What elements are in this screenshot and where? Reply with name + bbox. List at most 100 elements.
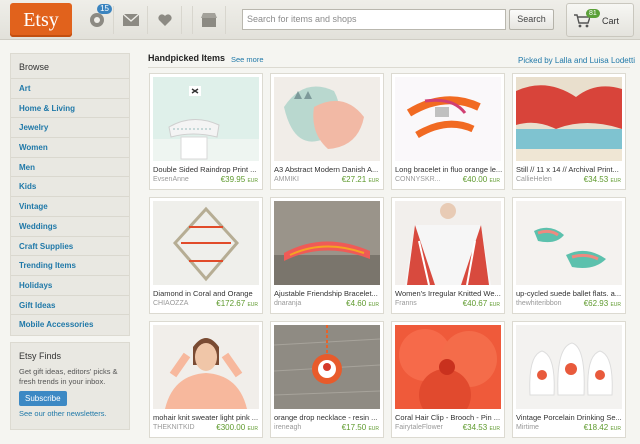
price-currency: EUR [247, 426, 258, 432]
item-image[interactable] [153, 77, 259, 161]
item-image[interactable] [395, 201, 501, 285]
shop-button[interactable] [192, 6, 226, 34]
price-value: €40.00 [462, 175, 488, 184]
sidebar-item-trending-items[interactable]: Trending Items [11, 255, 129, 275]
item-card[interactable]: Coral Hair Clip - Brooch - Pin ... Fairy… [391, 321, 505, 438]
item-price: €39.95 EUR [221, 175, 258, 184]
favorites-button[interactable] [148, 6, 182, 34]
sidebar-item-craft-supplies[interactable]: Craft Supplies [11, 235, 129, 256]
activity-button[interactable]: 15 [80, 4, 114, 34]
item-title[interactable]: Coral Hair Clip - Brooch - Pin ... [395, 413, 502, 422]
item-price: €18.42 EUR [584, 423, 621, 432]
item-image[interactable] [153, 325, 259, 409]
price-value: €300.00 [216, 423, 246, 432]
item-title[interactable]: orange drop necklace - resin ... [274, 413, 381, 422]
messages-button[interactable] [114, 6, 148, 34]
item-shop[interactable]: Mirtime [516, 424, 539, 431]
item-shop[interactable]: CONNYSKR... [395, 176, 441, 183]
etsy-logo[interactable]: Etsy [10, 3, 72, 37]
item-shop[interactable]: THEKNITKID [153, 424, 195, 431]
sidebar-item-gift-ideas[interactable]: Gift Ideas [11, 294, 129, 315]
item-image[interactable] [274, 325, 380, 409]
item-price: €34.53 EUR [463, 423, 500, 432]
item-image[interactable] [274, 201, 380, 285]
item-image[interactable] [516, 77, 622, 161]
search-input[interactable]: Search for items and shops [242, 9, 506, 30]
item-shop[interactable]: Franns [395, 300, 417, 307]
item-title[interactable]: Double Sided Raindrop Print ... [153, 165, 260, 174]
item-shop[interactable]: thewhiteribbon [516, 300, 562, 307]
item-shop[interactable]: ireneagh [274, 424, 301, 431]
sidebar-item-art[interactable]: Art [11, 78, 129, 98]
item-image[interactable] [395, 325, 501, 409]
sidebar-item-weddings[interactable]: Weddings [11, 215, 129, 236]
price-currency: EUR [368, 302, 379, 308]
see-more-link[interactable]: See more [231, 55, 264, 64]
sidebar-item-men[interactable]: Men [11, 156, 129, 177]
item-shop[interactable]: AMMIKI [274, 176, 299, 183]
shop-icon [201, 13, 217, 27]
sidebar-item-holidays[interactable]: Holidays [11, 274, 129, 295]
sidebar-item-kids[interactable]: Kids [11, 176, 129, 196]
item-title[interactable]: mohair knit sweater light pink ... [153, 413, 260, 422]
sidebar-item-mobile-accessories[interactable]: Mobile Accessories [11, 314, 129, 334]
item-image[interactable] [516, 201, 622, 285]
price-value: €18.42 [583, 423, 609, 432]
sidebar-item-women[interactable]: Women [11, 137, 129, 157]
item-card[interactable]: Double Sided Raindrop Print ... EvsenAnn… [149, 73, 263, 190]
item-card[interactable]: Women's Irregular Knitted We... Franns €… [391, 197, 505, 314]
item-shop[interactable]: dnaranja [274, 300, 301, 307]
picked-by-link[interactable]: Picked by Lalla and Luisa Lodetti [518, 56, 635, 65]
item-title[interactable]: Long bracelet in fluo orange le... [395, 165, 502, 174]
price-currency: EUR [247, 302, 258, 308]
item-shop[interactable]: CHIAOZZA [153, 300, 188, 307]
item-card[interactable]: mohair knit sweater light pink ... THEKN… [149, 321, 263, 438]
price-value: €34.53 [462, 423, 488, 432]
item-title[interactable]: Vintage Porcelain Drinking Se... [516, 413, 623, 422]
handpicked-heading: Handpicked Items [148, 53, 226, 63]
envelope-icon [122, 14, 139, 26]
price-value: €62.93 [583, 299, 609, 308]
price-currency: EUR [610, 426, 621, 432]
item-shop[interactable]: CallieHelen [516, 176, 552, 183]
item-card[interactable]: orange drop necklace - resin ... ireneag… [270, 321, 384, 438]
item-title[interactable]: Ajustable Friendship Bracelet... [274, 289, 381, 298]
item-card[interactable]: Ajustable Friendship Bracelet... dnaranj… [270, 197, 384, 314]
item-title[interactable]: A3 Abstract Modern Danish A... [274, 165, 381, 174]
item-price: €300.00 EUR [216, 423, 258, 432]
item-card[interactable]: Long bracelet in fluo orange le... CONNY… [391, 73, 505, 190]
item-title[interactable]: Still // 11 x 14 // Archival Print... [516, 165, 623, 174]
item-card[interactable]: up-cycled suede ballet flats. a... thewh… [512, 197, 626, 314]
price-value: €34.53 [583, 175, 609, 184]
subscribe-button[interactable]: Subscribe [19, 391, 67, 406]
sidebar-item-jewelry[interactable]: Jewelry [11, 117, 129, 137]
item-card[interactable]: Vintage Porcelain Drinking Se... Mirtime… [512, 321, 626, 438]
cart-button[interactable]: 81 Cart [566, 3, 634, 37]
price-currency: EUR [610, 178, 621, 184]
item-price: €172.67 EUR [216, 299, 258, 308]
sidebar-item-home-living[interactable]: Home & Living [11, 97, 129, 118]
item-shop[interactable]: FairytaleFlower [395, 424, 443, 431]
item-image[interactable] [153, 201, 259, 285]
item-title[interactable]: Women's Irregular Knitted We... [395, 289, 502, 298]
item-title[interactable]: up-cycled suede ballet flats. a... [516, 289, 623, 298]
item-title[interactable]: Diamond in Coral and Orange [153, 289, 260, 298]
item-image[interactable] [395, 77, 501, 161]
search-button[interactable]: Search [509, 9, 554, 30]
sidebar-item-vintage[interactable]: Vintage [11, 196, 129, 216]
price-value: €27.21 [341, 175, 367, 184]
price-currency: EUR [610, 302, 621, 308]
item-image[interactable] [274, 77, 380, 161]
item-price: €27.21 EUR [342, 175, 379, 184]
item-card[interactable]: Still // 11 x 14 // Archival Print... Ca… [512, 73, 626, 190]
item-card[interactable]: A3 Abstract Modern Danish A... AMMIKI €2… [270, 73, 384, 190]
item-price: €34.53 EUR [584, 175, 621, 184]
item-card[interactable]: Diamond in Coral and Orange CHIAOZZA €17… [149, 197, 263, 314]
other-newsletters-link[interactable]: See our other newsletters. [19, 409, 121, 419]
cart-label: Cart [602, 16, 620, 26]
item-image[interactable] [516, 325, 622, 409]
item-price: €4.60 EUR [346, 299, 379, 308]
item-shop[interactable]: EvsenAnne [153, 176, 189, 183]
item-price: €40.67 EUR [463, 299, 500, 308]
item-price: €62.93 EUR [584, 299, 621, 308]
